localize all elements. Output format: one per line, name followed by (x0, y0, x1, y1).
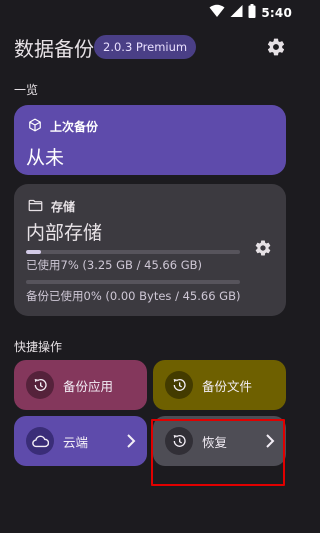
status-time: 5:40 (261, 5, 292, 20)
backup-files-label: 备份文件 (202, 379, 253, 394)
storage-caption: 存储 (28, 197, 75, 216)
status-bar: 5:40 (0, 0, 300, 24)
storage-usage-bar (26, 250, 240, 254)
gear-icon (255, 240, 271, 256)
storage-location: 内部存储 (26, 222, 103, 244)
cloud-icon (26, 427, 54, 455)
battery-icon (248, 3, 256, 22)
overview-section-label: 一览 (14, 83, 39, 97)
chevron-right-icon (127, 434, 136, 448)
storage-settings-button[interactable] (254, 239, 272, 257)
history-icon (26, 371, 54, 399)
version-badge[interactable]: 2.0.3 Premium (94, 35, 197, 59)
wifi-icon (209, 3, 225, 22)
restore-highlight-box (151, 419, 285, 486)
backup-apps-label: 备份应用 (63, 379, 114, 394)
storage-usage-fill (26, 250, 41, 254)
cellular-signal-icon (230, 3, 243, 22)
storage-usage-text: 已使用7% (3.25 GB / 45.66 GB) (26, 258, 202, 272)
last-backup-caption: 上次备份 (28, 117, 98, 136)
cloud-label: 云端 (63, 435, 89, 450)
last-backup-caption-text: 上次备份 (50, 120, 99, 134)
storage-caption-text: 存储 (51, 200, 76, 214)
cloud-button[interactable]: 云端 (14, 416, 147, 466)
backup-apps-button[interactable]: 备份应用 (14, 360, 147, 410)
gear-icon (267, 38, 285, 56)
app-screen: 5:40 数据备份 2.0.3 Premium 一览 上次备份 从未 存储 内部… (0, 0, 300, 533)
cube-icon (28, 117, 42, 136)
app-title: 数据备份 (14, 37, 94, 61)
settings-gear-icon[interactable] (266, 37, 286, 57)
backup-usage-bar (26, 280, 240, 284)
storage-card[interactable]: 存储 内部存储 已使用7% (3.25 GB / 45.66 GB) 备份已使用… (14, 184, 286, 316)
backup-usage-text: 备份已使用0% (0.00 Bytes / 45.66 GB) (26, 289, 241, 303)
last-backup-value: 从未 (26, 147, 65, 169)
status-icons: 5:40 (209, 3, 292, 22)
last-backup-card[interactable]: 上次备份 从未 (14, 105, 286, 175)
backup-files-button[interactable]: 备份文件 (153, 360, 286, 410)
folder-icon (28, 197, 43, 216)
quick-actions-section-label: 快捷操作 (14, 340, 63, 354)
history-icon (165, 371, 193, 399)
